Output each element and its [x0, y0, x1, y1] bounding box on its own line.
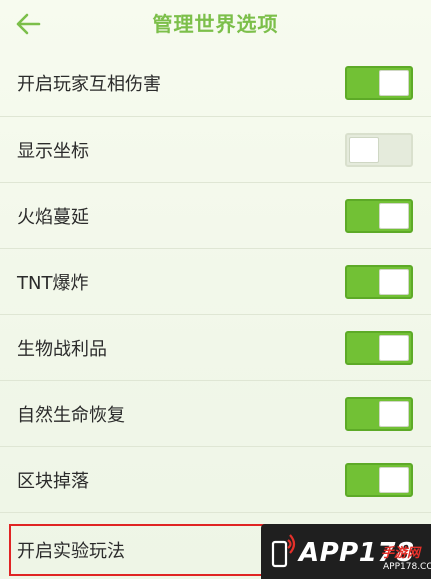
option-label: 自然生命恢复 [17, 404, 125, 426]
toggle-switch-natural-regen[interactable] [345, 396, 413, 431]
toggle-knob [379, 466, 409, 493]
toggle-switch-tnt-explode[interactable] [345, 264, 413, 299]
option-row-fire-spread: 火焰蔓延 [0, 183, 431, 249]
experimental-gameplay-label: 开启实验玩法 [17, 541, 125, 562]
page-title: 管理世界选项 [152, 12, 279, 36]
toggle-switch-mob-loot[interactable] [345, 330, 413, 365]
phone-signal-icon [271, 534, 296, 568]
option-row-tile-drops: 区块掉落 [0, 447, 431, 513]
app178-watermark: APP178 手游网 APP178.COM [261, 524, 431, 579]
option-label: TNT爆炸 [17, 272, 89, 294]
option-label: 火焰蔓延 [17, 206, 89, 228]
option-label: 开启玩家互相伤害 [17, 74, 161, 95]
toggle-knob [379, 400, 409, 427]
toggle-knob [379, 202, 409, 229]
toggle-knob [379, 334, 409, 361]
world-options-list: 开启玩家互相伤害 显示坐标 火焰蔓延 TNT爆炸 生物战利品 自然生命恢复 区块… [0, 50, 431, 513]
toggle-knob [379, 268, 409, 295]
toggle-switch-fire-spread[interactable] [345, 198, 413, 233]
watermark-domain: APP178.COM [383, 562, 431, 572]
toggle-knob [379, 70, 409, 96]
option-row-pvp: 开启玩家互相伤害 [0, 50, 431, 117]
option-row-mob-loot: 生物战利品 [0, 315, 431, 381]
option-row-show-coordinates: 显示坐标 [0, 117, 431, 183]
toggle-knob [349, 136, 379, 163]
toggle-switch-show-coordinates[interactable] [345, 132, 413, 167]
option-label: 生物战利品 [17, 338, 107, 360]
watermark-suffix: 手游网 [381, 546, 421, 561]
option-label: 显示坐标 [17, 140, 89, 162]
toggle-switch-tile-drops[interactable] [345, 462, 413, 497]
option-row-tnt-explode: TNT爆炸 [0, 249, 431, 315]
option-label: 区块掉落 [17, 470, 89, 492]
toggle-switch-pvp[interactable] [345, 66, 413, 100]
header: 管理世界选项 [0, 0, 431, 48]
option-row-natural-regen: 自然生命恢复 [0, 381, 431, 447]
